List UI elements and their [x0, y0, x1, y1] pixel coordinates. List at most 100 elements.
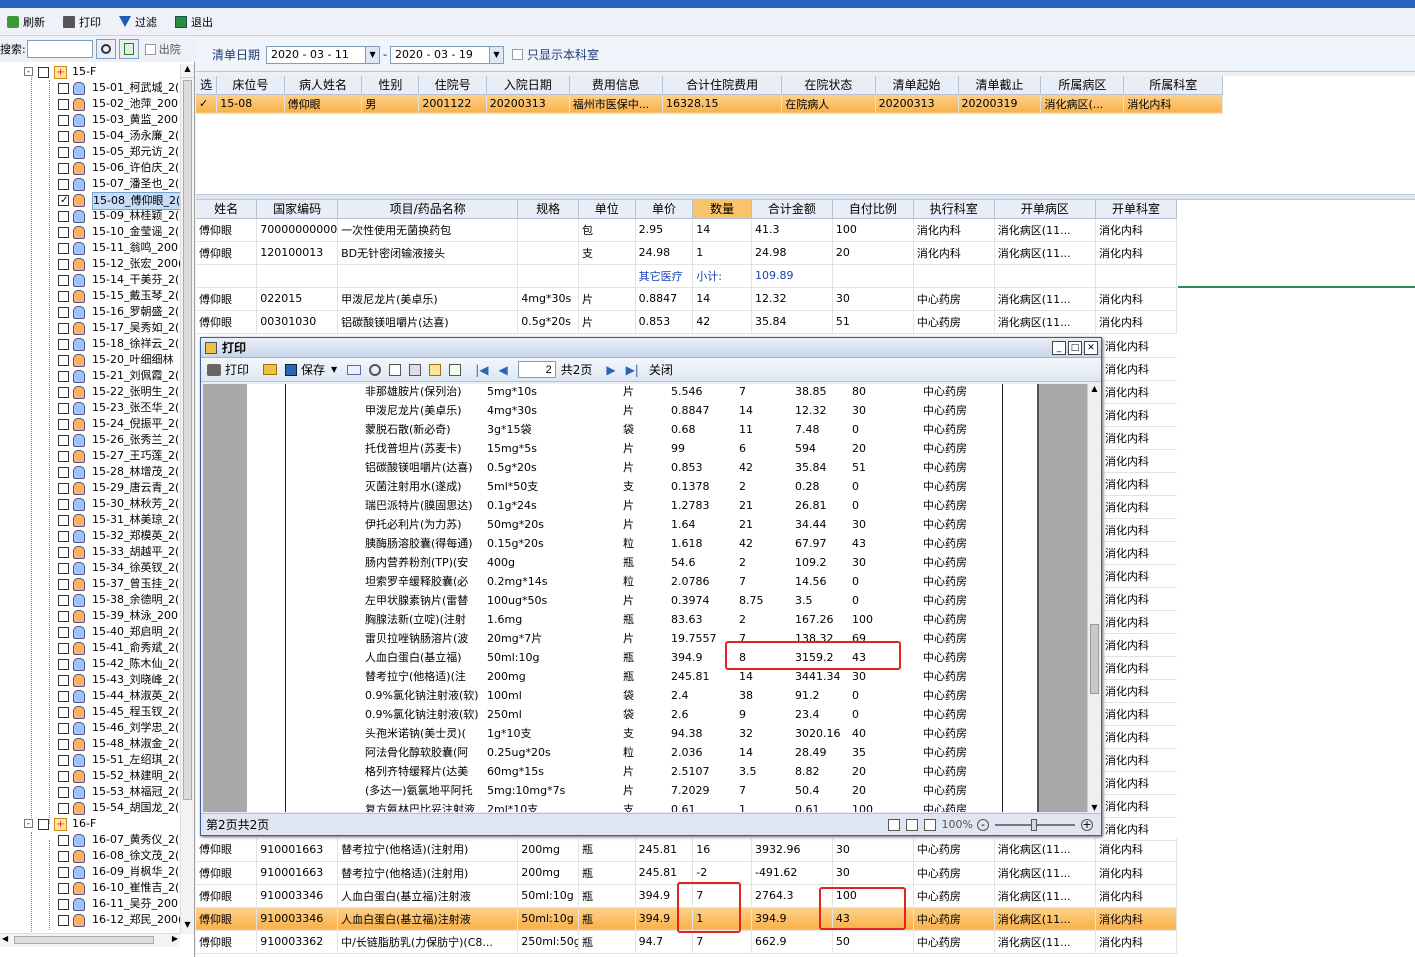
- date-to-dropdown-icon[interactable]: ▼: [489, 46, 503, 63]
- grid1-header-cell[interactable]: 在院状态: [781, 76, 876, 95]
- date-to-picker[interactable]: 2020 - 03 - 19 ▼: [390, 45, 504, 64]
- search-button[interactable]: [95, 39, 116, 59]
- exit-button[interactable]: 退出: [172, 11, 216, 33]
- tree-checkbox[interactable]: [58, 435, 69, 446]
- tree-checkbox[interactable]: [58, 851, 69, 862]
- date-from-picker[interactable]: 2020 - 03 - 11 ▼: [266, 45, 381, 64]
- tree-bed-node[interactable]: 16-12_郑民_200(: [0, 912, 180, 928]
- two-page-icon[interactable]: [905, 818, 918, 831]
- tree-checkbox[interactable]: [58, 403, 69, 414]
- tree-bed-node[interactable]: 15-12_张宏_200(: [0, 256, 180, 272]
- edit-icon[interactable]: [429, 363, 442, 376]
- advanced-search-button[interactable]: [118, 39, 139, 59]
- tree-checkbox[interactable]: [58, 147, 69, 158]
- tree-checkbox[interactable]: [58, 883, 69, 894]
- tree-checkbox[interactable]: [58, 867, 69, 878]
- tree-checkbox[interactable]: [58, 275, 69, 286]
- tree-checkbox[interactable]: [58, 675, 69, 686]
- tree-bed-node[interactable]: 15-41_俞秀斌_2(: [0, 640, 180, 656]
- grid2-header-cell[interactable]: 开单科室: [1095, 200, 1178, 219]
- grid2-header-cell[interactable]: 数量: [692, 200, 752, 219]
- tree-bed-node[interactable]: 15-53_林福冠_2(: [0, 784, 180, 800]
- tree-bed-node[interactable]: 15-18_徐祥云_2(: [0, 336, 180, 352]
- multi-page-icon[interactable]: [923, 818, 936, 831]
- tree-checkbox[interactable]: [58, 259, 69, 270]
- open-folder-icon[interactable]: [263, 364, 278, 375]
- tree-checkbox[interactable]: [58, 355, 69, 366]
- tree-bed-node[interactable]: 15-03_黄监_200: [0, 112, 180, 128]
- tree-checkbox[interactable]: [58, 915, 69, 926]
- table-row[interactable]: 傅仰眼 022015 甲泼尼龙片(美卓乐) 4mg*30s 片 0.8847 14 12.32…: [196, 287, 1178, 311]
- zoom-icon[interactable]: [409, 363, 422, 376]
- tree-checkbox[interactable]: [58, 643, 69, 654]
- tree-checkbox[interactable]: ✓: [58, 195, 69, 206]
- tree-bed-node[interactable]: 15-43_刘晓峰_2(: [0, 672, 180, 688]
- tree-checkbox[interactable]: [58, 611, 69, 622]
- tree-bed-node[interactable]: 15-30_林秋芳_2(: [0, 496, 180, 512]
- preview-scrollbar[interactable]: ▲ ▼: [1087, 384, 1101, 812]
- tree-bed-node[interactable]: 15-44_林淑英_2(: [0, 688, 180, 704]
- grid1-header-cell[interactable]: 费用信息: [569, 76, 664, 95]
- preview-scroll-down-icon[interactable]: ▼: [1088, 803, 1101, 812]
- grid1-header-cell[interactable]: 清单起始: [875, 76, 959, 95]
- grid1-header-cell[interactable]: 合计住院费用: [662, 76, 783, 95]
- table-row[interactable]: 傅仰眼 700000000004 一次性使用无菌换药包包 2.95 14 41.3 100 消…: [196, 218, 1178, 242]
- date-from-dropdown-icon[interactable]: ▼: [365, 46, 380, 63]
- tree-checkbox[interactable]: [58, 531, 69, 542]
- tree-checkbox[interactable]: [58, 179, 69, 190]
- tree-bed-node[interactable]: 15-22_张明生_2(: [0, 384, 180, 400]
- tree-bed-node[interactable]: 15-45_程玉钗_2(: [0, 704, 180, 720]
- tree-bed-node[interactable]: 15-05_郑元访_2(: [0, 144, 180, 160]
- preview-scroll-thumb[interactable]: [1090, 624, 1099, 694]
- grid1-header-cell[interactable]: 清单截止: [958, 76, 1042, 95]
- grid2-header-cell[interactable]: 姓名: [196, 200, 258, 219]
- grid1-header-cell[interactable]: 所属病区: [1040, 76, 1125, 95]
- single-page-icon[interactable]: [887, 818, 900, 831]
- grid2-header-cell[interactable]: 自付比例: [832, 200, 914, 219]
- tree-bed-node[interactable]: 15-39_林泳_200: [0, 608, 180, 624]
- scroll-down-icon[interactable]: ▼: [181, 920, 194, 934]
- dialog-save-button[interactable]: 保存: [301, 361, 325, 378]
- dialog-print-button[interactable]: 打印: [225, 361, 249, 378]
- print-button[interactable]: 打印: [60, 11, 104, 33]
- grid1-header-cell[interactable]: 入院日期: [486, 76, 570, 95]
- tree-scroll-thumb[interactable]: [183, 80, 192, 800]
- preview-scroll-up-icon[interactable]: ▲: [1088, 384, 1101, 393]
- tree-bed-node[interactable]: 15-46_刘学忠_2(: [0, 720, 180, 736]
- tree-bed-node[interactable]: 15-10_金莹谣_2(: [0, 224, 180, 240]
- tree-vertical-scrollbar[interactable]: ▲ ▼: [180, 64, 194, 934]
- table-row[interactable]: 傅仰眼 910001663 替考拉宁(他格适)(注射用) 200mg 瓶 245.81 16…: [196, 838, 1178, 862]
- scroll-left-icon[interactable]: ◀: [2, 934, 8, 943]
- tree-checkbox[interactable]: [58, 467, 69, 478]
- tree-checkbox[interactable]: [58, 99, 69, 110]
- expand-toggle-icon[interactable]: -: [24, 819, 33, 828]
- tree-bed-node[interactable]: 16-07_黄秀仪_2(: [0, 832, 180, 848]
- grid2-header-cell[interactable]: 开单病区: [994, 200, 1096, 219]
- tree-bed-node[interactable]: 15-17_吴秀如_2(: [0, 320, 180, 336]
- tree-bed-node[interactable]: 15-28_林增茂_2(: [0, 464, 180, 480]
- refresh-button[interactable]: 刷新: [4, 11, 48, 33]
- prev-page-icon[interactable]: ◀: [498, 363, 507, 377]
- grid2-header-cell[interactable]: 单价: [635, 200, 694, 219]
- watermark-icon[interactable]: [449, 363, 462, 376]
- print-preview-printer-icon[interactable]: [207, 363, 221, 376]
- tree-checkbox[interactable]: [38, 819, 49, 830]
- tree-checkbox[interactable]: [58, 83, 69, 94]
- table-row[interactable]: ✓ 15-08 傅仰眼男 2001122 20200313 福州市医保中... 16328.…: [196, 94, 1223, 114]
- grid2-header-cell[interactable]: 合计金额: [751, 200, 833, 219]
- tree-checkbox[interactable]: [58, 387, 69, 398]
- tree-ward-node[interactable]: - +15-F: [0, 64, 180, 80]
- only-dept-checkbox[interactable]: [512, 49, 523, 60]
- tree-bed-node[interactable]: 15-23_张丕华_2(: [0, 400, 180, 416]
- tree-checkbox[interactable]: [58, 563, 69, 574]
- tree-bed-node[interactable]: 15-20_叶细细林: [0, 352, 180, 368]
- tree-bed-node[interactable]: 16-08_徐文茂_2(: [0, 848, 180, 864]
- tree-bed-node[interactable]: 15-48_林淑金_2(: [0, 736, 180, 752]
- tree-checkbox[interactable]: [58, 227, 69, 238]
- page-setup-icon[interactable]: [389, 363, 402, 376]
- tree-checkbox[interactable]: [58, 755, 69, 766]
- discharged-checkbox[interactable]: [144, 43, 156, 55]
- tree-checkbox[interactable]: [58, 547, 69, 558]
- dialog-close-button[interactable]: 关闭: [649, 361, 673, 378]
- grid1-header-cell[interactable]: 选: [196, 76, 218, 95]
